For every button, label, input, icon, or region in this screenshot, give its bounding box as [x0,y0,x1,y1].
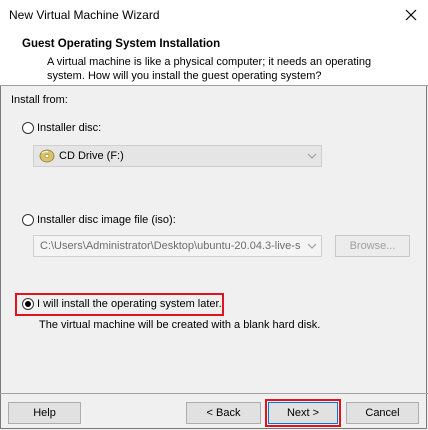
cd-drive-select[interactable]: CD Drive (F:) [33,145,322,167]
install-from-label: Install from: [11,94,68,106]
title-bar: New Virtual Machine Wizard [0,0,428,30]
iso-image-radio[interactable] [22,214,34,226]
install-later-radio[interactable] [22,298,34,310]
cd-drive-select-value: CD Drive (F:) [59,150,124,162]
close-button[interactable] [398,2,424,28]
window-title: New Virtual Machine Wizard [9,8,160,22]
footer-separator [0,393,428,394]
back-button[interactable]: < Back [186,402,261,424]
page-description: A virtual machine is like a physical com… [47,56,372,82]
cancel-button[interactable]: Cancel [346,402,419,424]
iso-path-value: C:\Users\Administrator\Desktop\ubuntu-20… [40,240,301,252]
installer-disc-label[interactable]: Installer disc: [37,122,101,134]
chevron-down-icon [307,153,317,159]
iso-image-label[interactable]: Installer disc image file (iso): [37,214,176,226]
close-icon [405,9,417,21]
iso-path-combo[interactable]: C:\Users\Administrator\Desktop\ubuntu-20… [33,235,322,257]
install-later-label[interactable]: I will install the operating system late… [37,298,222,310]
browse-button[interactable]: Browse... [335,235,410,257]
cd-drive-icon [39,149,55,163]
page-title: Guest Operating System Installation [22,38,221,50]
wizard-header: Guest Operating System Installation A vi… [0,30,428,86]
help-button[interactable]: Help [8,402,81,424]
installer-disc-radio[interactable] [22,122,34,134]
highlight-next-button [265,399,341,427]
chevron-down-icon [307,243,317,249]
install-later-note: The virtual machine will be created with… [39,319,321,331]
